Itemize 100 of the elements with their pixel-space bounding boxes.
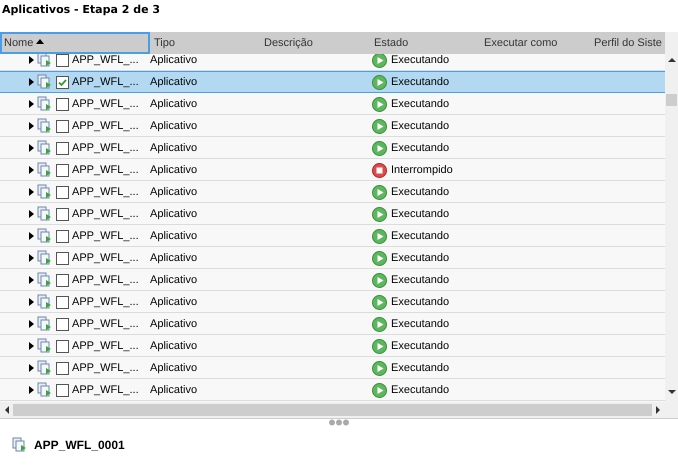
stop-status-icon	[372, 162, 387, 178]
scroll-right-icon[interactable]	[654, 405, 662, 415]
application-icon	[37, 294, 53, 310]
app-name: APP_WFL_...	[72, 382, 139, 398]
expand-arrow-icon[interactable]	[29, 188, 34, 196]
app-name: APP_WFL_...	[72, 250, 139, 266]
expand-arrow-icon[interactable]	[29, 254, 34, 262]
expand-arrow-icon[interactable]	[29, 166, 34, 174]
app-name: APP_WFL_...	[72, 74, 139, 90]
column-header[interactable]: Nome	[0, 32, 150, 54]
table-cell: Aplicativo	[150, 120, 198, 132]
column-header[interactable]: Executar como	[480, 32, 590, 54]
table-row[interactable]: APP_WFL_... Aplicativo Executando	[0, 357, 665, 379]
table-row[interactable]: APP_WFL_... Aplicativo Executando	[0, 203, 665, 225]
expand-arrow-icon[interactable]	[29, 56, 34, 64]
checkbox[interactable]	[56, 208, 69, 220]
expand-arrow-icon[interactable]	[29, 100, 34, 108]
status-text: Executando	[391, 118, 450, 134]
column-header[interactable]: Descrição	[260, 32, 370, 54]
app-name: APP_WFL_...	[72, 118, 139, 134]
expand-arrow-icon[interactable]	[29, 210, 34, 218]
checkbox[interactable]	[56, 362, 69, 374]
table-row[interactable]: APP_WFL_... Aplicativo Executando	[0, 225, 665, 247]
table-row[interactable]: APP_WFL_... Aplicativo Executando	[0, 269, 665, 291]
table-row[interactable]: APP_WFL_... Aplicativo Executando	[0, 181, 665, 203]
checkbox[interactable]	[56, 54, 69, 66]
horizontal-scrollbar[interactable]	[0, 402, 665, 418]
table-cell: Aplicativo	[150, 164, 198, 176]
status-text: Executando	[391, 206, 450, 222]
scrollbar-thumb[interactable]	[13, 404, 652, 416]
status-text: Interrompido	[391, 162, 453, 178]
table-row[interactable]: APP_WFL_... Aplicativo Executando	[0, 115, 665, 137]
play-status-icon	[372, 250, 387, 266]
status-text: Executando	[391, 74, 450, 90]
expand-arrow-icon[interactable]	[29, 342, 34, 350]
checkbox[interactable]	[56, 186, 69, 198]
table-row[interactable]: APP_WFL_... Aplicativo Executando	[0, 313, 665, 335]
app-name: APP_WFL_...	[72, 294, 139, 310]
expand-arrow-icon[interactable]	[29, 364, 34, 372]
play-status-icon	[372, 382, 387, 398]
application-icon	[37, 228, 53, 244]
table-cell: Aplicativo	[150, 54, 198, 66]
status-text: Executando	[391, 184, 450, 200]
table-cell: Aplicativo	[150, 208, 198, 220]
column-header[interactable]: Perfil do Siste	[590, 32, 678, 54]
scroll-up-icon[interactable]	[666, 56, 676, 64]
checkbox[interactable]	[56, 296, 69, 308]
expand-arrow-icon[interactable]	[29, 386, 34, 394]
column-header[interactable]: Tipo	[150, 32, 260, 54]
scroll-down-icon[interactable]	[666, 388, 676, 396]
vertical-scrollbar[interactable]	[665, 32, 678, 418]
table-row[interactable]: APP_WFL_... Aplicativo Executando	[0, 93, 665, 115]
app-name: APP_WFL_...	[72, 54, 139, 68]
expand-arrow-icon[interactable]	[29, 144, 34, 152]
checkbox[interactable]	[56, 318, 69, 330]
scroll-left-icon[interactable]	[3, 405, 11, 415]
expand-arrow-icon[interactable]	[29, 122, 34, 130]
table-cell: Aplicativo	[150, 340, 198, 352]
checkbox[interactable]	[56, 76, 69, 88]
checkbox[interactable]	[56, 252, 69, 264]
table-row[interactable]: APP_WFL_... Aplicativo Interrompido	[0, 159, 665, 181]
checkbox[interactable]	[56, 120, 69, 132]
play-status-icon	[372, 316, 387, 332]
table-row[interactable]: APP_WFL_... Aplicativo Executando	[0, 137, 665, 159]
status-text: Executando	[391, 54, 450, 68]
expand-arrow-icon[interactable]	[29, 298, 34, 306]
checkbox[interactable]	[56, 274, 69, 286]
checkbox[interactable]	[56, 164, 69, 176]
table-cell: Aplicativo	[150, 230, 198, 242]
expand-arrow-icon[interactable]	[29, 232, 34, 240]
table-row[interactable]: APP_WFL_... Aplicativo Executando	[0, 379, 665, 401]
table-row[interactable]: APP_WFL_... Aplicativo Executando	[0, 335, 665, 357]
play-status-icon	[372, 140, 387, 156]
checkbox[interactable]	[56, 340, 69, 352]
table-row[interactable]: APP_WFL_... Aplicativo Executando	[0, 71, 665, 93]
status-text: Executando	[391, 272, 450, 288]
checkbox[interactable]	[56, 230, 69, 242]
expand-arrow-icon[interactable]	[29, 276, 34, 284]
status-text: Executando	[391, 316, 450, 332]
table-cell: Aplicativo	[150, 274, 198, 286]
checkbox[interactable]	[56, 142, 69, 154]
table-row[interactable]: APP_WFL_... Aplicativo Executando	[0, 247, 665, 269]
column-header[interactable]: Estado	[370, 32, 480, 54]
table-cell: Aplicativo	[150, 142, 198, 154]
table-cell: Aplicativo	[150, 384, 198, 396]
checkbox[interactable]	[56, 384, 69, 396]
status-text: Executando	[391, 140, 450, 156]
splitter-handle-icon[interactable]	[328, 419, 350, 426]
scrollbar-thumb[interactable]	[666, 94, 677, 106]
checkbox[interactable]	[56, 98, 69, 110]
play-status-icon	[372, 206, 387, 222]
expand-arrow-icon[interactable]	[29, 78, 34, 86]
table-row[interactable]: APP_WFL_... Aplicativo Executando	[0, 291, 665, 313]
application-icon	[37, 250, 53, 266]
sort-ascending-icon	[36, 38, 44, 44]
status-text: Executando	[391, 228, 450, 244]
expand-arrow-icon[interactable]	[29, 320, 34, 328]
status-text: Executando	[391, 360, 450, 376]
app-name: APP_WFL_...	[72, 184, 139, 200]
application-icon	[37, 338, 53, 354]
